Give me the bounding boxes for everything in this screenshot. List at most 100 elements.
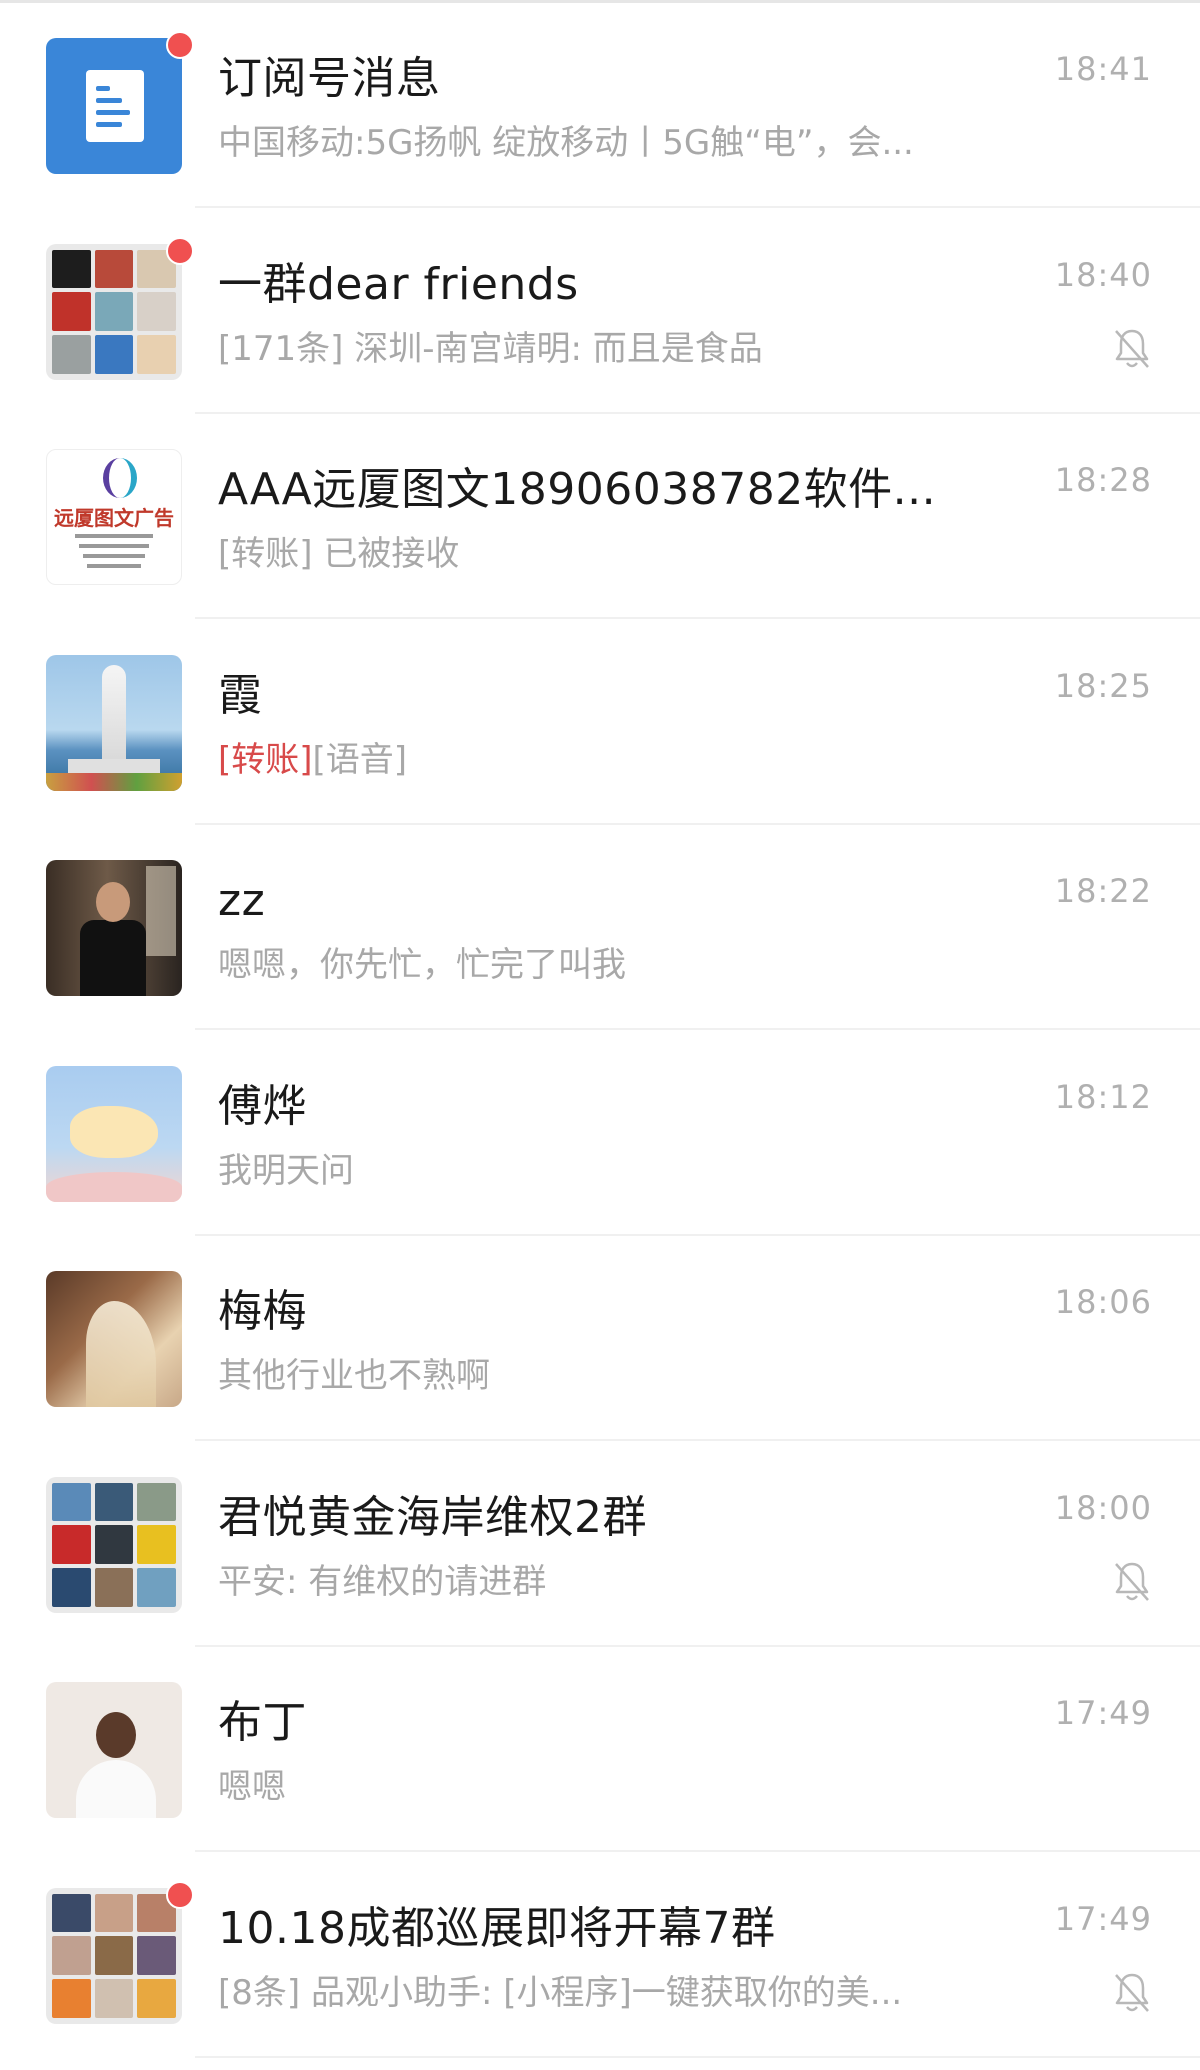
chat-row[interactable]: zz 嗯嗯，你先忙，忙完了叫我 18:22 (0, 825, 1200, 1030)
chat-name: 订阅号消息 (218, 53, 441, 104)
cartoon-shape (70, 1105, 158, 1158)
group-member-thumb (94, 1567, 134, 1607)
company-logo: 远厦图文广告 (46, 449, 182, 585)
group-avatar (46, 1887, 182, 2024)
chat-time: 18:00 (1054, 1488, 1152, 1527)
group-member-thumb (94, 1936, 134, 1975)
mute-icon (1112, 1971, 1152, 2015)
dress-figure (86, 1301, 156, 1407)
group-member-thumb (52, 1525, 91, 1564)
chat-name: 10.18成都巡展即将开幕7群 (218, 1902, 776, 1954)
chat-preview: 我明天问 (218, 1149, 978, 1193)
group-member-thumb (137, 1482, 176, 1522)
chat-list: 订阅号消息 中国移动:5G扬帆 绽放移动丨5G触“电”，会... 18:41 一群de… (0, 0, 1200, 2070)
chat-row[interactable]: 君悦黄金海岸维权2群平安: 有维权的请进群 18:00 (0, 1441, 1200, 1647)
preview-text: 嗯嗯 (218, 1767, 286, 1807)
person-body (80, 920, 146, 996)
chat-row[interactable]: 远厦图文广告 AAA远厦图文18906038782软件... [转账] 已被接收 18… (0, 414, 1200, 619)
statue-photo (46, 654, 182, 791)
chat-preview: [171条] 深圳-南宫靖明: 而且是食品 (218, 327, 978, 371)
chat-time: 18:28 (1054, 461, 1152, 499)
chat-row[interactable]: 一群dear friends [171条] 深圳-南宫靖明: 而且是食品 18:40 (0, 208, 1200, 414)
chat-preview: [转账] 已被接收 (218, 532, 978, 576)
mute-icon (1112, 1560, 1152, 1604)
chat-name: AAA远厦图文18906038782软件... (218, 464, 937, 515)
group-member-thumb (52, 1978, 91, 2018)
group-member-thumb (52, 1893, 91, 1933)
chat-time: 18:41 (1054, 50, 1152, 88)
group-member-thumb (94, 334, 134, 374)
group-member-thumb (52, 1482, 91, 1522)
chat-name: 傅烨 (218, 1080, 307, 1132)
chat-name: 霞 (218, 669, 263, 721)
chat-preview: 中国移动:5G扬帆 绽放移动丨5G触“电”，会... (218, 121, 978, 165)
preview-text: [8条] 品观小助手: [小程序]一键获取你的美... (218, 1972, 903, 2013)
document-icon (86, 70, 144, 142)
chat-row[interactable]: 梅梅其他行业也不熟啊 18:06 (0, 1236, 1200, 1441)
group-member-thumb (137, 1936, 176, 1975)
chat-row[interactable]: 傅烨我明天问 18:12 (0, 1030, 1200, 1236)
row-divider (195, 2055, 1200, 2058)
chat-name: 君悦黄金海岸维权2群 (218, 1491, 647, 1543)
chat-time: 18:06 (1054, 1283, 1152, 1321)
chat-time: 18:12 (1054, 1077, 1152, 1116)
preview-text: 其他行业也不熟啊 (218, 1356, 490, 1396)
group-member-thumb (137, 1978, 176, 2018)
group-member-thumb (137, 334, 176, 374)
chat-name: 布丁 (218, 1697, 307, 1748)
group-member-thumb (94, 1482, 134, 1522)
group-member-thumb (52, 334, 91, 374)
chat-preview: [转账][语音] (218, 738, 978, 782)
group-member-thumb (52, 249, 91, 289)
chat-preview: [8条] 品观小助手: [小程序]一键获取你的美... (218, 1971, 978, 2015)
cartoon-avatar (46, 1065, 182, 1202)
chat-time: 18:22 (1054, 872, 1152, 910)
chat-row[interactable]: 布丁嗯嗯 17:49 (0, 1647, 1200, 1852)
preview-text: 中国移动:5G扬帆 绽放移动丨5G触“电”，会... (218, 123, 914, 163)
group-member-thumb (137, 1567, 176, 1607)
group-member-thumb (94, 1893, 134, 1933)
chat-preview: 其他行业也不熟啊 (218, 1354, 978, 1398)
preview-text: 平安: 有维权的请进群 (218, 1561, 547, 1602)
preview-text: [语音] (312, 739, 408, 780)
cartoon-rim (46, 1171, 182, 1202)
logo-fineprint (83, 554, 145, 558)
man-photo (46, 860, 182, 996)
chat-time: 17:49 (1054, 1694, 1152, 1732)
chat-time: 17:49 (1054, 1899, 1152, 1938)
chat-name: zz (218, 875, 266, 926)
background-sign (146, 866, 176, 956)
group-member-thumb (94, 1978, 134, 2018)
chat-row[interactable]: 订阅号消息中国移动:5G扬帆 绽放移动丨5G触“电”，会... 18:41 (0, 3, 1200, 208)
chat-time: 18:40 (1054, 255, 1152, 294)
logo-fineprint (75, 534, 153, 538)
group-avatar (46, 243, 182, 380)
preview-tag: [转账] (218, 739, 313, 780)
group-member-thumb (52, 1936, 91, 1975)
person-shoulders (76, 1760, 156, 1818)
logo-fineprint (87, 564, 141, 568)
chat-row[interactable]: 10.18成都巡展即将开幕7群 [8条] 品观小助手: [小程序]一键获取你的美.… (0, 1852, 1200, 2058)
shoreline (46, 772, 182, 791)
group-avatar (46, 1476, 182, 1613)
logo-mark (103, 458, 137, 498)
group-member-thumb (52, 1567, 91, 1607)
chat-name: 梅梅 (218, 1286, 307, 1337)
girl-photo (46, 1271, 182, 1407)
group-member-thumb (52, 292, 91, 331)
logo-fineprint (79, 544, 149, 548)
group-member-thumb (94, 249, 134, 289)
unread-dot (166, 1880, 194, 1909)
group-member-thumb (94, 292, 134, 331)
logo-text: 远厦图文广告 (54, 506, 174, 530)
group-member-thumb (94, 1525, 134, 1564)
preview-text: [171条] 深圳-南宫靖明: 而且是食品 (218, 328, 763, 369)
preview-text: 我明天问 (218, 1150, 354, 1191)
chat-row[interactable]: 霞 [转账][语音] 18:25 (0, 619, 1200, 825)
mute-icon (1112, 327, 1152, 371)
person-hair (96, 1712, 136, 1758)
chat-time: 18:25 (1054, 666, 1152, 705)
unread-dot (166, 236, 194, 265)
portrait-photo (46, 1682, 182, 1818)
preview-text: [转账] 已被接收 (218, 534, 460, 574)
